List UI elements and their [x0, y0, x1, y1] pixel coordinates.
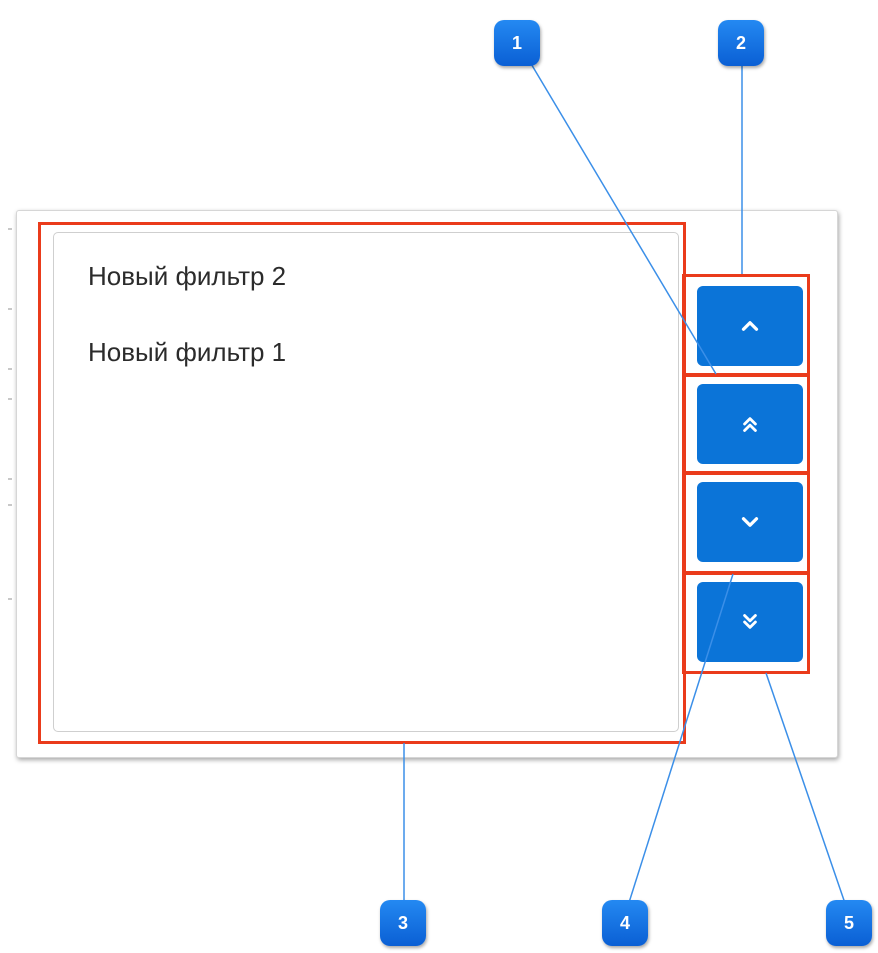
callout-badge-2: 2	[718, 20, 764, 66]
callout-line-1	[529, 61, 717, 375]
callout-badge-4: 4	[602, 900, 648, 946]
callout-badge-3: 3	[380, 900, 426, 946]
callout-badge-1: 1	[494, 20, 540, 66]
callout-lines	[403, 61, 849, 913]
callout-badge-5: 5	[826, 900, 872, 946]
callout-line-4	[625, 573, 734, 913]
callout-line-5	[765, 672, 849, 913]
